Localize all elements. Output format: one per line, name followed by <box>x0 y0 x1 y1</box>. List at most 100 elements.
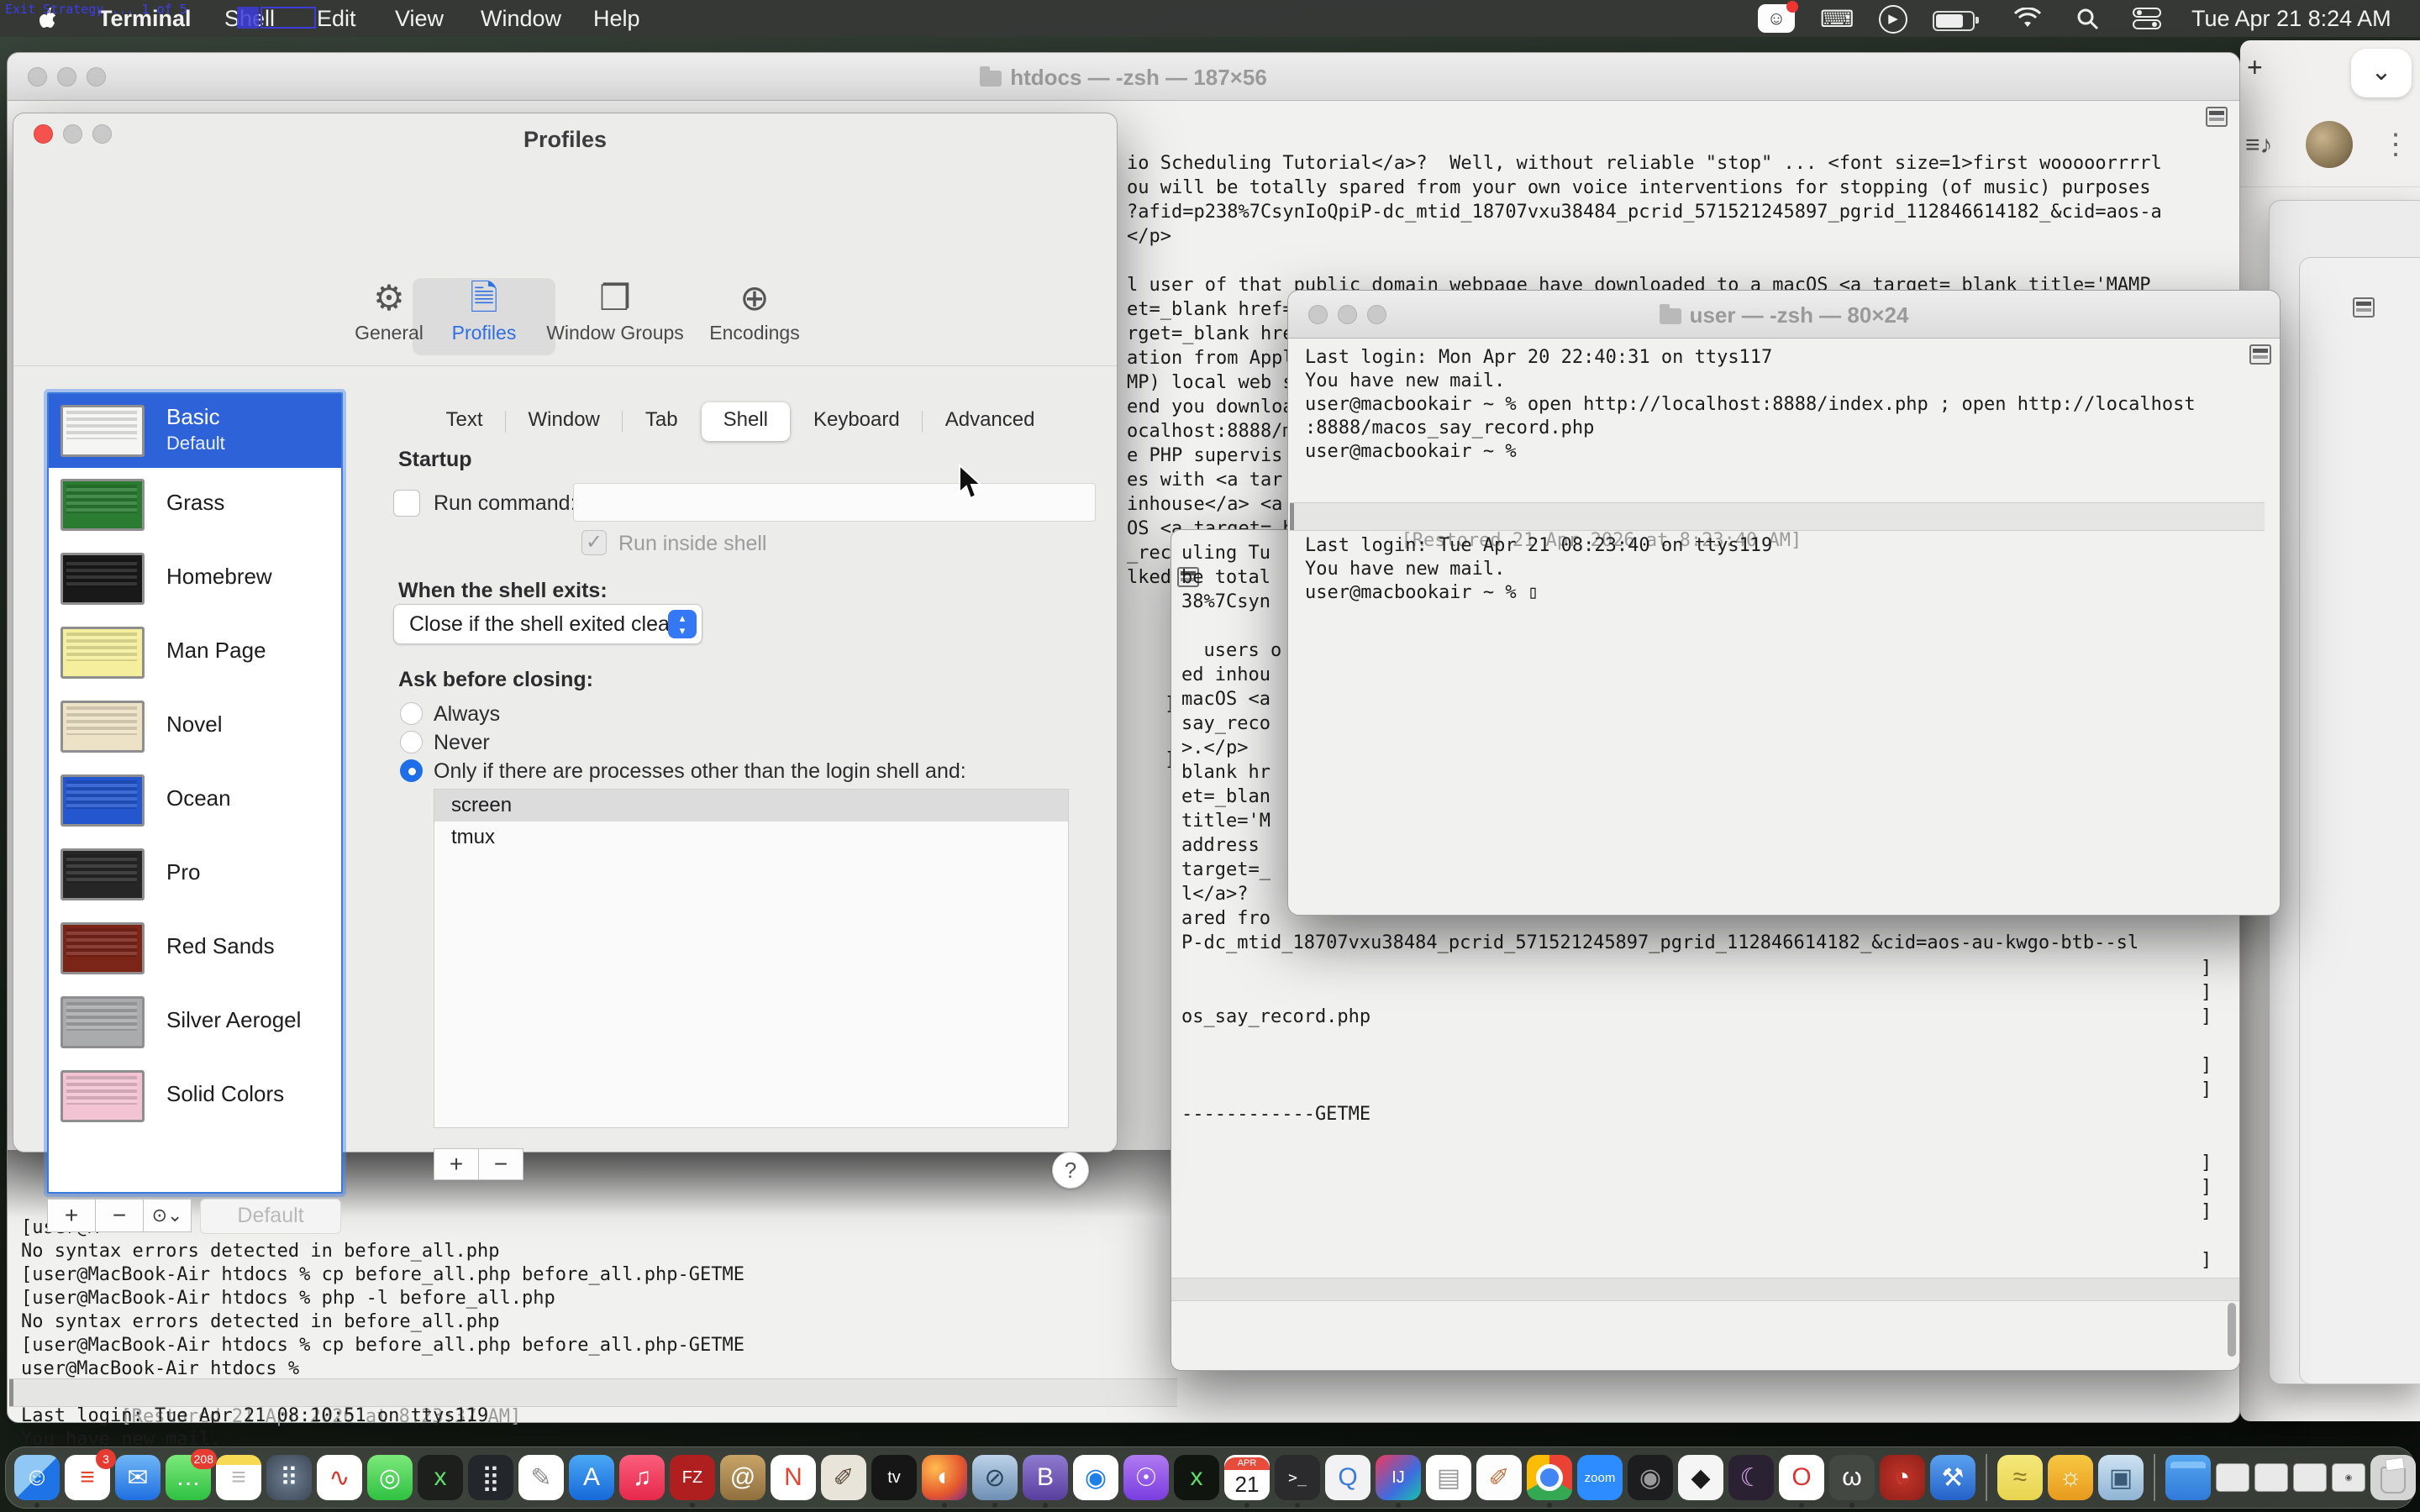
avatar[interactable] <box>2306 121 2353 168</box>
radio-only-if-processes[interactable] <box>400 759 423 782</box>
dock-icon-filezilla[interactable]: FZ <box>670 1455 715 1500</box>
dock-icon-podcasts[interactable]: ☉ <box>1123 1455 1169 1500</box>
profiles-window[interactable]: Profiles ⚙ General 🗎 Profiles ❐ Window G… <box>13 113 1118 1152</box>
dock-icon-minimized-terminal-1[interactable] <box>2216 1463 2249 1492</box>
tab-advanced[interactable]: Advanced <box>923 402 1057 441</box>
dock-icon-screenshot-app[interactable]: ▣ <box>2098 1455 2144 1500</box>
dock-icon-speedtest[interactable]: ◔ <box>1880 1455 1925 1500</box>
profile-list-item-man-page[interactable]: Man Page <box>49 616 341 690</box>
dock-icon-libreoffice[interactable]: ▤ <box>1426 1455 1471 1500</box>
dock-icon-notes[interactable]: ≡ <box>216 1455 261 1500</box>
dock-icon-music[interactable]: ♫ <box>619 1455 665 1500</box>
htdocs-titlebar[interactable]: htdocs — -zsh — 187×56 <box>8 53 2239 101</box>
user-terminal-window[interactable]: user — -zsh — 80×24 [Restored 21 Apr 202… <box>1287 290 2281 916</box>
dock-icon-opera[interactable]: O <box>1779 1455 1824 1500</box>
dock-icon-lightbulb-app[interactable]: ☼ <box>2048 1455 2093 1500</box>
profile-list-item-grass[interactable]: Grass <box>49 468 341 542</box>
dock-icon-xterm[interactable]: x <box>418 1455 463 1500</box>
process-list-item[interactable]: screen <box>434 790 1068 822</box>
dock-icon-minimized-terminal-3[interactable] <box>2293 1463 2327 1492</box>
tab-shell[interactable]: Shell <box>702 402 790 441</box>
tab-window[interactable]: Window <box>507 402 622 441</box>
dock-icon-facetime[interactable]: ◎ <box>367 1455 413 1500</box>
dock-icon-xterm-alt[interactable]: x <box>1174 1455 1219 1500</box>
dock-icon-app-tamer[interactable]: ⊘ <box>972 1455 1018 1500</box>
dock-icon-reminders[interactable]: ≡3 <box>65 1455 110 1500</box>
radio-never[interactable] <box>400 731 423 753</box>
dock-icon-disc-utility[interactable]: ◉ <box>1628 1455 1673 1500</box>
menu-edit[interactable]: Edit <box>317 6 356 32</box>
dock-icon-keypad-utility[interactable]: ⣿ <box>468 1455 513 1500</box>
dock-icon-gimp[interactable]: ✐ <box>821 1455 866 1500</box>
tab-text[interactable]: Text <box>424 402 505 441</box>
kebab-menu-icon[interactable]: ⋮ <box>2381 128 2410 161</box>
toolbar-tab-profiles[interactable]: 🗎 Profiles <box>413 278 555 344</box>
dock-icon-grapher[interactable]: ∿ <box>317 1455 362 1500</box>
dock-icon-bbedit[interactable]: B <box>1023 1455 1068 1500</box>
dock-icon-trash[interactable] <box>2370 1455 2416 1500</box>
dock-icon-textedit[interactable]: ✎ <box>518 1455 564 1500</box>
run-command-input[interactable] <box>573 483 1096 522</box>
profile-actions-menu-button[interactable]: ⊙⌄ <box>143 1199 192 1232</box>
dock-icon-toothfairy[interactable]: ω <box>1829 1455 1875 1500</box>
dock-icon-intellij-idea[interactable]: IJ <box>1376 1455 1421 1500</box>
dock-icon-stickies[interactable]: ≈ <box>1997 1455 2043 1500</box>
toolbar-tab-window-groups[interactable]: ❐ Window Groups <box>544 278 687 344</box>
menu-clock[interactable]: Tue Apr 21 8:24 AM <box>2191 6 2391 32</box>
set-default-button[interactable]: Default <box>200 1199 341 1234</box>
window-shade-icon[interactable] <box>2353 297 2375 318</box>
menu-view[interactable]: View <box>395 6 444 32</box>
menu-help[interactable]: Help <box>593 6 640 32</box>
profile-list-item-basic[interactable]: BasicDefault <box>49 394 341 468</box>
dock-icon-mail[interactable]: ✉ <box>115 1455 160 1500</box>
remove-process-button[interactable]: − <box>478 1148 523 1180</box>
profile-list-item-ocean[interactable]: Ocean <box>49 764 341 837</box>
add-profile-button[interactable]: + <box>47 1199 96 1232</box>
profile-list-item-solid-colors[interactable]: Solid Colors <box>49 1059 341 1133</box>
dock-icon-finder[interactable]: ☺ <box>14 1455 60 1500</box>
dock-icon-messages[interactable]: …208 <box>166 1455 211 1500</box>
add-process-button[interactable]: + <box>434 1148 479 1180</box>
wifi-icon[interactable] <box>2013 8 2042 29</box>
status-app-icon[interactable]: ☺ <box>1758 4 1795 33</box>
control-center-icon[interactable] <box>2133 8 2161 29</box>
remove-profile-button[interactable]: − <box>95 1199 144 1232</box>
dock-icon-safari[interactable]: ◉ <box>1073 1455 1118 1500</box>
process-list-item[interactable]: tmux <box>434 822 1068 853</box>
dock-icon-downloads-folder[interactable] <box>2165 1455 2211 1500</box>
browser-tab-overview-button[interactable]: ⌄ <box>2351 49 2412 97</box>
tab-tab[interactable]: Tab <box>623 402 700 441</box>
dock-icon-inkscape[interactable]: ◆ <box>1678 1455 1723 1500</box>
dock-icon-zoom[interactable]: zoom <box>1577 1455 1623 1500</box>
dock-icon-terminal[interactable]: >_ <box>1275 1455 1320 1500</box>
dock-icon-launchpad[interactable]: ⠿ <box>266 1455 312 1500</box>
dock-icon-contacts-brown[interactable]: @ <box>720 1455 765 1500</box>
dock-icon-minimized-terminal-2[interactable] <box>2254 1463 2288 1492</box>
dock-icon-app-store[interactable]: A <box>569 1455 614 1500</box>
run-command-checkbox[interactable] <box>393 490 420 517</box>
profile-list[interactable]: BasicDefaultGrassHomebrewMan PageNovelOc… <box>47 392 343 1194</box>
dock-icon-paintbrush[interactable]: ✐ <box>1476 1455 1522 1500</box>
dock-icon-calendar[interactable]: APR21 <box>1224 1455 1270 1500</box>
play-status-icon[interactable]: ▶ <box>1879 5 1907 34</box>
scrollbar-thumb[interactable] <box>2228 1303 2236 1357</box>
queue-icon[interactable]: ≡♪ <box>2245 131 2273 160</box>
tab-keyboard[interactable]: Keyboard <box>792 402 922 441</box>
user-titlebar[interactable]: user — -zsh — 80×24 <box>1288 291 2280 339</box>
dock-icon-news[interactable]: N <box>771 1455 816 1500</box>
settings-tab-bar[interactable]: TextWindowTabShellKeyboardAdvanced <box>375 402 1106 441</box>
menu-window[interactable]: Window <box>481 6 561 32</box>
profile-list-item-red-sands[interactable]: Red Sands <box>49 911 341 985</box>
help-button[interactable]: ? <box>1052 1152 1089 1189</box>
process-list[interactable]: screen tmux <box>434 789 1069 1128</box>
battery-icon[interactable] <box>1933 11 1975 31</box>
profile-list-item-silver-aerogel[interactable]: Silver Aerogel <box>49 985 341 1059</box>
toolbar-tab-encodings[interactable]: ⊕ Encodings <box>683 278 826 344</box>
dock-icon-cat-app[interactable]: ☾ <box>1728 1455 1774 1500</box>
dock-icon-firefox[interactable]: ◐ <box>922 1455 967 1500</box>
browser-new-tab-button[interactable]: + <box>2247 52 2263 83</box>
dock-icon-quicktime[interactable]: Q <box>1325 1455 1370 1500</box>
keyboard-status-icon[interactable]: ⌨ <box>1820 5 1854 33</box>
search-icon[interactable] <box>2075 7 2099 30</box>
dock-icon-apple-tv[interactable]: tv <box>871 1455 917 1500</box>
